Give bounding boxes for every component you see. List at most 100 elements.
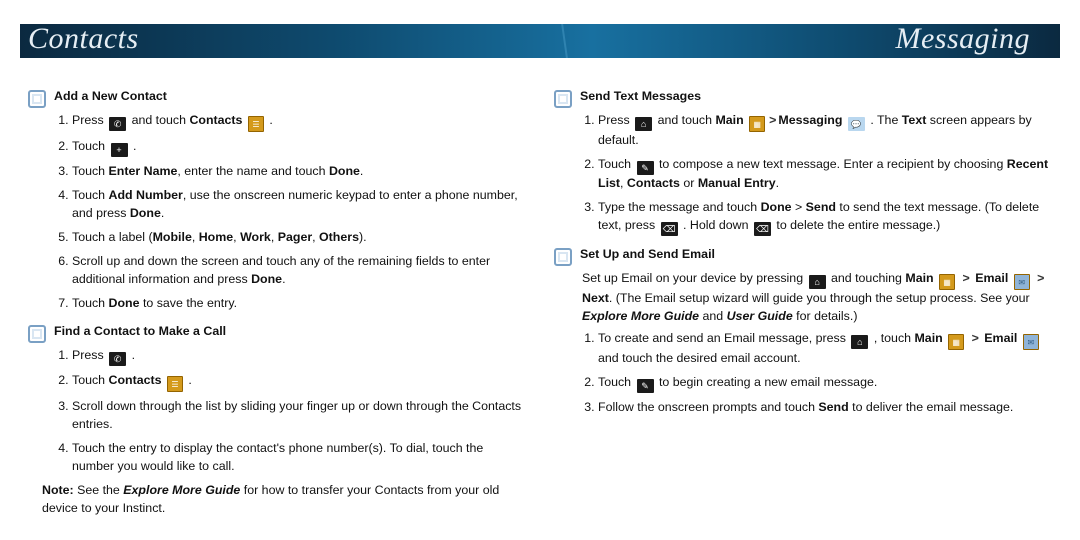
step-text: Email [984, 331, 1017, 345]
list-item: Touch Contacts . [72, 372, 526, 392]
step-text: Type the message and touch [598, 200, 761, 214]
step-text: Work [240, 230, 271, 244]
chevron-right-icon: > [769, 113, 776, 127]
compose-icon [637, 379, 654, 393]
list-item: Touch the entry to display the contact's… [72, 440, 526, 476]
step-text: . [266, 113, 273, 127]
section-send-text-header: Send Text Messages [554, 88, 1052, 108]
step-text: Mobile [153, 230, 192, 244]
intro-text: User Guide [727, 309, 793, 323]
step-text: to compose a new text message. Enter a r… [656, 157, 1007, 171]
step-text: ). [359, 230, 367, 244]
step-text: Contacts [627, 176, 680, 190]
banner-title-contacts: Contacts [28, 24, 139, 56]
step-text: Messaging [778, 113, 842, 127]
checkbox-icon [28, 90, 46, 108]
step-text: To create and send an Email message, pre… [598, 331, 849, 345]
step-text: . [185, 373, 192, 387]
step-text: Others [319, 230, 359, 244]
checkbox-icon [28, 325, 46, 343]
step-text: . [282, 272, 285, 286]
step-text: , touch [870, 331, 914, 345]
email-app-icon [1023, 334, 1039, 350]
step-text: , [271, 230, 278, 244]
step-text: , [192, 230, 199, 244]
handset-icon [109, 117, 126, 131]
home-icon [809, 275, 826, 289]
section-add-contact-header: Add a New Contact [28, 88, 526, 108]
messaging-app-icon [848, 117, 865, 131]
page: Contacts Messaging Add a New Contact Pre… [0, 0, 1080, 540]
step-text: Touch [598, 157, 635, 171]
step-text: to save the entry. [140, 296, 238, 310]
transfer-note: Note: See the Explore More Guide for how… [42, 482, 526, 518]
step-text: , [312, 230, 319, 244]
step-text: or [680, 176, 698, 190]
intro-text: Next [582, 291, 609, 305]
email-intro: Set up Email on your device by pressing … [582, 270, 1052, 326]
list-item: Touch to compose a new text message. Ent… [598, 156, 1052, 193]
home-icon [635, 117, 652, 131]
backspace-icon [661, 222, 678, 236]
section-title: Find a Contact to Make a Call [54, 323, 226, 341]
step-text: Add Number [109, 188, 183, 202]
intro-text: Email [975, 271, 1008, 285]
step-text: Main [715, 113, 743, 127]
compose-icon [637, 161, 654, 175]
step-text: . The [867, 113, 902, 127]
intro-text: for details.) [793, 309, 858, 323]
step-text: to delete the entire message.) [773, 218, 940, 232]
contacts-app-icon [167, 376, 183, 392]
step-text: Follow the onscreen prompts and touch [598, 400, 818, 414]
intro-text: Explore More Guide [582, 309, 699, 323]
checkbox-icon [554, 90, 572, 108]
section-title: Set Up and Send Email [580, 246, 715, 264]
step-text: . [128, 348, 135, 362]
section-find-contact-header: Find a Contact to Make a Call [28, 323, 526, 343]
step-text: Enter Name [109, 164, 178, 178]
list-item: Touch a label (Mobile, Home, Work, Pager… [72, 229, 526, 247]
list-item: Touch to begin creating a new email mess… [598, 374, 1052, 393]
intro-text: and touching [828, 271, 906, 285]
banner-title-messaging: Messaging [896, 24, 1031, 56]
step-text: and touch [654, 113, 715, 127]
step-text: Touch [598, 375, 635, 389]
step-text: Touch [72, 373, 109, 387]
step-text: Home [199, 230, 233, 244]
section-email-header: Set Up and Send Email [554, 246, 1052, 266]
list-item: Scroll down through the list by sliding … [72, 398, 526, 434]
checkbox-icon [554, 248, 572, 266]
list-item: Scroll up and down the screen and touch … [72, 253, 526, 289]
step-text: Pager [278, 230, 312, 244]
step-text: and touch the desired email account. [598, 351, 801, 365]
intro-text: Main [905, 271, 933, 285]
main-app-icon [939, 274, 955, 290]
step-text: , [620, 176, 627, 190]
column-contacts: Add a New Contact Press and touch Contac… [28, 78, 526, 532]
step-text: Done [329, 164, 360, 178]
add-contact-steps: Press and touch Contacts . Touch . Touch… [28, 112, 526, 313]
note-text: Explore More Guide [123, 483, 240, 497]
step-text: Press [598, 113, 633, 127]
backspace-icon [754, 222, 771, 236]
list-item: Follow the onscreen prompts and touch Se… [598, 399, 1052, 417]
step-text: . [130, 139, 137, 153]
step-text: Touch [72, 188, 109, 202]
step-text: . [776, 176, 779, 190]
step-text: Send [806, 200, 836, 214]
step-text: Main [914, 331, 942, 345]
step-text: Contacts [109, 373, 162, 387]
list-item: To create and send an Email message, pre… [598, 330, 1052, 368]
note-text: See the [74, 483, 124, 497]
chevron-right-icon: > [968, 331, 982, 345]
list-item: Touch . [72, 138, 526, 157]
step-text: Touch a label ( [72, 230, 153, 244]
step-text: Press [72, 348, 107, 362]
content-columns: Add a New Contact Press and touch Contac… [28, 78, 1052, 532]
step-text: and touch [128, 113, 189, 127]
step-text: Contacts [189, 113, 242, 127]
plus-icon [111, 143, 128, 157]
step-text: . Hold down [680, 218, 752, 232]
list-item: Press and touch Main >Messaging . The Te… [598, 112, 1052, 150]
step-text: Press [72, 113, 107, 127]
